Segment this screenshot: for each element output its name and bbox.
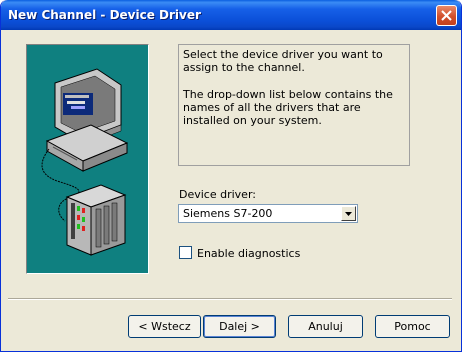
back-button[interactable]: < Wstecz (128, 315, 201, 338)
device-driver-value: Siemens S7-200 (183, 207, 273, 220)
cancel-button[interactable]: Anuluj (288, 315, 363, 338)
wizard-illustration (26, 44, 149, 274)
enable-diagnostics-checkbox[interactable] (179, 246, 192, 259)
instructions-text-1: Select the device driver you want to ass… (183, 48, 383, 74)
title-bar[interactable]: New Channel - Device Driver (1, 0, 461, 30)
close-button[interactable] (436, 5, 457, 26)
separator (8, 298, 452, 300)
instructions-panel: Select the device driver you want to ass… (178, 44, 410, 166)
help-button[interactable]: Pomoc (375, 315, 450, 338)
window-title: New Channel - Device Driver (8, 8, 201, 22)
next-button[interactable]: Dalej > (203, 315, 276, 338)
dropdown-button[interactable] (341, 206, 356, 221)
chevron-down-icon (345, 212, 352, 216)
close-icon (441, 10, 452, 21)
instructions-text-2: The drop-down list below contains the na… (183, 88, 393, 127)
computer-icon (45, 68, 129, 172)
device-driver-label: Device driver: (179, 188, 256, 201)
enable-diagnostics-label[interactable]: Enable diagnostics (197, 247, 300, 260)
device-driver-select[interactable]: Siemens S7-200 (178, 204, 358, 223)
computer-and-device-illustration (41, 68, 129, 256)
device-rack-icon (65, 184, 127, 256)
